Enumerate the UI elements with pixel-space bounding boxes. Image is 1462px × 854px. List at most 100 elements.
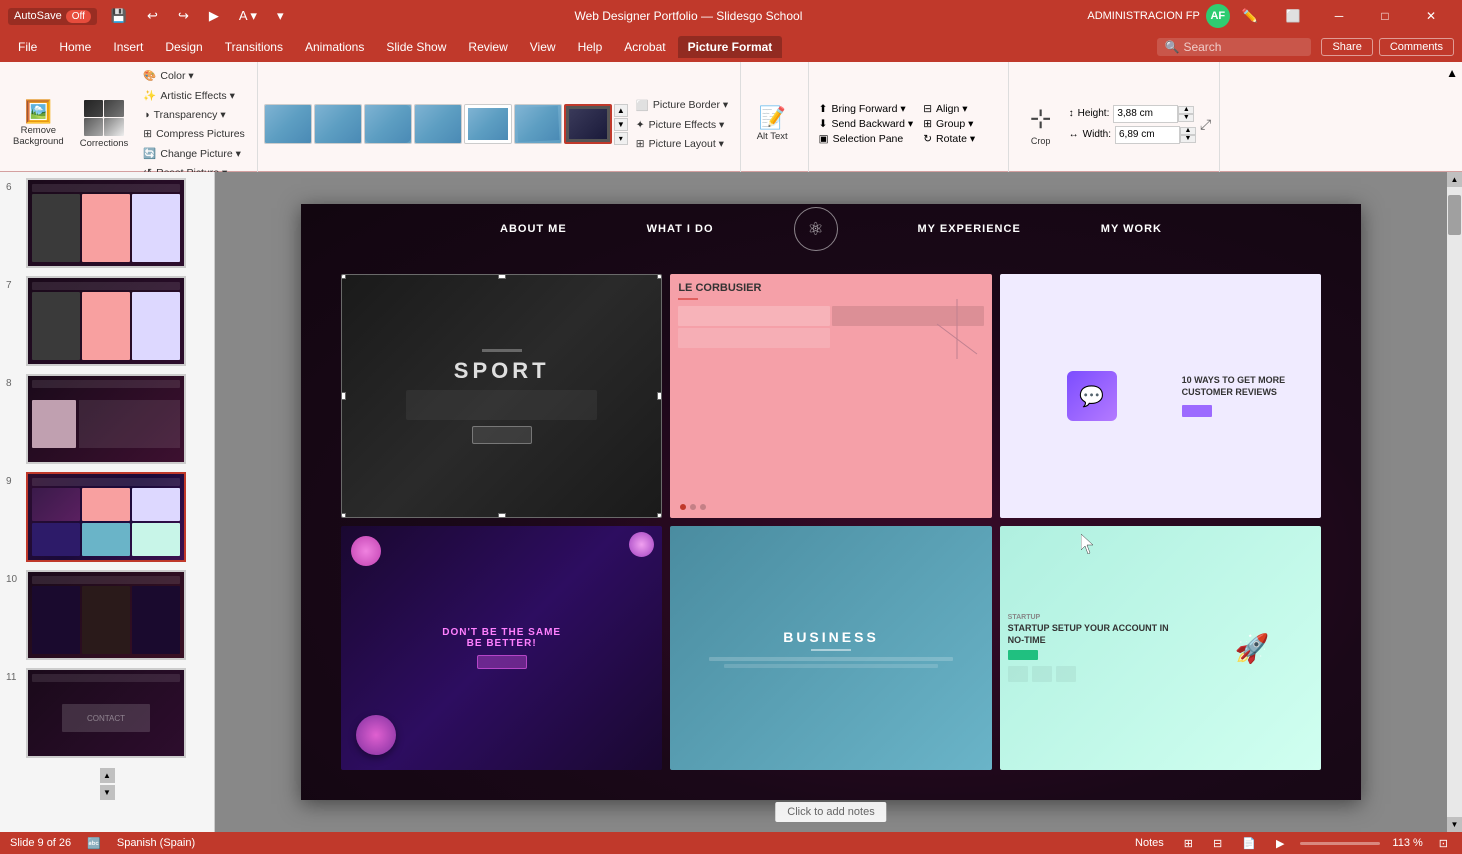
artistic-effects-button[interactable]: ✨ Artistic Effects ▾ <box>137 86 251 105</box>
picture-effects-button[interactable]: ✦ Picture Effects ▾ <box>630 116 734 134</box>
remove-background-button[interactable]: 🖼️ RemoveBackground <box>6 97 71 151</box>
style-thumb-1[interactable] <box>264 104 312 144</box>
group-button[interactable]: ⊞ Group ▾ <box>919 117 979 131</box>
menu-view[interactable]: View <box>520 36 566 58</box>
bring-forward-button[interactable]: ⬆ Bring Forward ▾ <box>815 102 918 116</box>
gallery-down-button[interactable]: ▼ <box>614 118 628 131</box>
crop-button[interactable]: ⊹ Crop <box>1015 98 1067 151</box>
thumb-space[interactable]: DON'T BE THE SAME BE BETTER! <box>341 526 662 770</box>
menu-insert[interactable]: Insert <box>103 36 153 58</box>
redo-button[interactable]: ↪ <box>172 6 195 26</box>
save-button[interactable]: 💾 <box>105 6 133 26</box>
align-button[interactable]: ⊟ Align ▾ <box>919 102 979 116</box>
height-up-button[interactable]: ▲ <box>1178 106 1194 114</box>
size-expand-button[interactable]: ⤢ <box>1198 114 1213 135</box>
vertical-scrollbar[interactable]: ▲ ▼ <box>1447 172 1462 832</box>
slides-scroll-down[interactable]: ▼ <box>100 785 115 800</box>
style-thumb-5[interactable] <box>464 104 512 144</box>
ribbon-toggle-button[interactable]: ⬜ <box>1270 0 1316 32</box>
menu-animations[interactable]: Animations <box>295 36 374 58</box>
corr-cell-4 <box>104 118 124 136</box>
change-picture-icon: 🔄 <box>143 147 156 160</box>
custom-dropdown[interactable]: A ▾ <box>233 6 263 26</box>
thumb-reviews[interactable]: 💬 10 WAYS TO GET MORE CUSTOMER REVIEWS <box>1000 274 1321 518</box>
handle-tc <box>498 274 506 279</box>
view-normal-button[interactable]: ⊞ <box>1180 837 1197 850</box>
send-backward-button[interactable]: ⬇ Send Backward ▾ <box>815 117 918 131</box>
view-reading-button[interactable]: 📄 <box>1238 837 1260 850</box>
selection-pane-label: Selection Pane <box>833 133 904 145</box>
menu-home[interactable]: Home <box>49 36 101 58</box>
picture-layout-button[interactable]: ⊞ Picture Layout ▾ <box>630 135 734 153</box>
minimize-button[interactable]: ─ <box>1316 0 1362 32</box>
autosave-toggle[interactable]: Off <box>66 10 91 23</box>
width-up-button[interactable]: ▲ <box>1180 127 1196 135</box>
gallery-more-button[interactable]: ▾ <box>614 132 628 145</box>
menu-file[interactable]: File <box>8 36 47 58</box>
slide-thumb-11: CONTACT <box>26 668 186 758</box>
fit-slide-button[interactable]: ⊡ <box>1435 837 1452 850</box>
scroll-down-button[interactable]: ▼ <box>1447 817 1462 832</box>
style-thumb-2[interactable] <box>314 104 362 144</box>
selection-pane-button[interactable]: ▣ Selection Pane <box>815 132 918 146</box>
zoom-slider[interactable] <box>1300 842 1380 845</box>
menu-design[interactable]: Design <box>155 36 212 58</box>
menu-transitions[interactable]: Transitions <box>215 36 293 58</box>
color-button[interactable]: 🎨 Color ▾ <box>137 66 251 85</box>
notes-button[interactable]: Notes <box>1131 837 1168 849</box>
alt-text-button[interactable]: 📝 Alt Text <box>747 103 797 146</box>
pen-icon[interactable]: ✏️ <box>1236 6 1264 26</box>
slide-item-10[interactable]: 10 <box>4 568 210 662</box>
slide-item-6[interactable]: 6 <box>4 176 210 270</box>
picture-border-button[interactable]: ⬜ Picture Border ▾ <box>630 96 734 115</box>
menu-acrobat[interactable]: Acrobat <box>614 36 675 58</box>
thumb-sport[interactable]: SPORT <box>341 274 662 518</box>
scroll-up-button[interactable]: ▲ <box>1447 172 1462 187</box>
search-input[interactable] <box>1183 40 1303 54</box>
corrections-button[interactable]: Corrections <box>73 96 136 153</box>
view-slideshow-button[interactable]: ▶ <box>1272 837 1288 850</box>
style-thumb-7[interactable] <box>564 104 612 144</box>
height-down-button[interactable]: ▼ <box>1178 114 1194 122</box>
menu-picture-format[interactable]: Picture Format <box>678 36 783 58</box>
transparency-button[interactable]: ◑ Transparency ▾ <box>137 106 251 124</box>
menu-review[interactable]: Review <box>458 36 517 58</box>
style-thumb-4[interactable] <box>414 104 462 144</box>
scroll-thumb[interactable] <box>1448 195 1461 235</box>
width-down-button[interactable]: ▼ <box>1180 135 1196 143</box>
share-button[interactable]: Share <box>1321 38 1372 56</box>
slide-item-9[interactable]: 9 <box>4 470 210 564</box>
qat-dropdown[interactable]: ▾ <box>271 6 290 26</box>
menu-help[interactable]: Help <box>568 36 613 58</box>
slide-item-11[interactable]: 11 CONTACT <box>4 666 210 760</box>
view-slide-sorter-button[interactable]: ⊟ <box>1209 837 1226 850</box>
change-picture-button[interactable]: 🔄 Change Picture ▾ <box>137 144 251 163</box>
rotate-button[interactable]: ↻ Rotate ▾ <box>919 132 979 146</box>
ribbon-collapse-button[interactable]: ▲ <box>1446 66 1458 80</box>
ribbon: 🖼️ RemoveBackground Corrections <box>0 62 1462 172</box>
color-icon: 🎨 <box>143 69 156 82</box>
slide-8-right <box>79 400 180 448</box>
height-input[interactable] <box>1113 105 1178 123</box>
undo-button[interactable]: ↩ <box>141 6 164 26</box>
width-input[interactable] <box>1115 126 1180 144</box>
style-thumb-3[interactable] <box>364 104 412 144</box>
present-button[interactable]: ▶ <box>203 6 225 26</box>
thumb-lecorbusier[interactable]: LE CORBUSIER <box>670 274 991 518</box>
menu-slideshow[interactable]: Slide Show <box>376 36 456 58</box>
nav-my-experience: MY EXPERIENCE <box>918 223 1021 235</box>
close-button[interactable]: ✕ <box>1408 0 1454 32</box>
artistic-effects-icon: ✨ <box>143 89 156 102</box>
click-to-add-notes[interactable]: Click to add notes <box>775 802 886 822</box>
thumb-business[interactable]: BUSINESS <box>670 526 991 770</box>
style-thumb-6[interactable] <box>514 104 562 144</box>
comments-button[interactable]: Comments <box>1379 38 1454 56</box>
width-row: ↔ Width: ▲ ▼ <box>1069 126 1196 144</box>
gallery-up-button[interactable]: ▲ <box>614 104 628 117</box>
slide-item-8[interactable]: 8 <box>4 372 210 466</box>
slides-scroll-up[interactable]: ▲ <box>100 768 115 783</box>
maximize-button[interactable]: □ <box>1362 0 1408 32</box>
slide-item-7[interactable]: 7 <box>4 274 210 368</box>
compress-pictures-button[interactable]: ⊞ Compress Pictures <box>137 125 251 143</box>
thumb-startup[interactable]: STARTUP STARTUP SETUP YOUR ACCOUNT IN NO… <box>1000 526 1321 770</box>
